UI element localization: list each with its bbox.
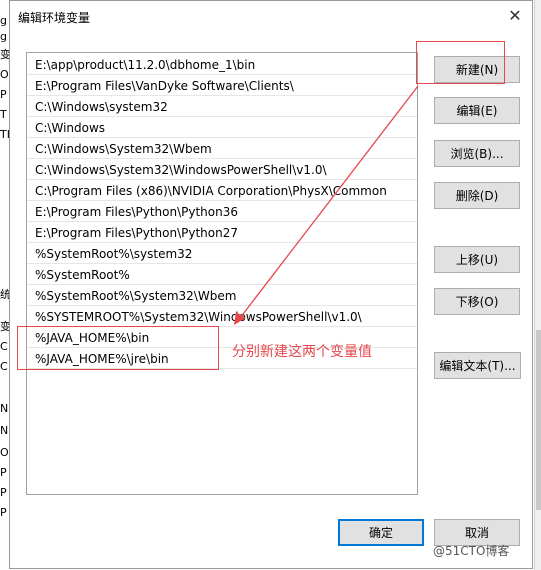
- list-item[interactable]: E:\Program Files\VanDyke Software\Client…: [27, 76, 417, 96]
- bg-fragment: O: [0, 446, 9, 459]
- new-button[interactable]: 新建(N): [434, 56, 520, 83]
- title-bar: 编辑环境变量 ✕: [10, 1, 532, 32]
- bg-fragment: C: [0, 360, 8, 373]
- bg-fragment: TI: [0, 128, 9, 141]
- background-window-left: g g 变 O P T TI 统 变 C C N N O P P P: [0, 0, 9, 570]
- list-item[interactable]: %SYSTEMROOT%\System32\WindowsPowerShell\…: [27, 307, 417, 327]
- move-up-button[interactable]: 上移(U): [434, 246, 520, 273]
- list-item[interactable]: E:\app\product\11.2.0\dbhome_1\bin: [27, 55, 417, 75]
- bg-fragment: 变: [0, 48, 9, 61]
- list-item[interactable]: E:\Program Files\Python\Python27: [27, 223, 417, 243]
- list-item[interactable]: %SystemRoot%\System32\Wbem: [27, 286, 417, 306]
- move-down-button[interactable]: 下移(O): [434, 288, 520, 315]
- ok-button[interactable]: 确定: [338, 519, 424, 546]
- watermark: @51CTO博客: [433, 544, 510, 558]
- edit-text-button[interactable]: 编辑文本(T)...: [434, 352, 521, 379]
- list-item[interactable]: %SystemRoot%\system32: [27, 244, 417, 264]
- browse-button[interactable]: 浏览(B)...: [434, 140, 520, 167]
- background-scrollbar[interactable]: [534, 0, 541, 570]
- list-item[interactable]: E:\Program Files\Python\Python36: [27, 202, 417, 222]
- close-icon[interactable]: ✕: [502, 3, 528, 29]
- edit-button[interactable]: 编辑(E): [434, 97, 520, 124]
- bg-fragment: O: [0, 68, 9, 81]
- bg-fragment: N: [0, 424, 9, 437]
- dialog-title: 编辑环境变量: [18, 11, 91, 25]
- bg-fragment: 统: [0, 288, 9, 301]
- list-item[interactable]: C:\Windows\System32\Wbem: [27, 139, 417, 159]
- bg-fragment: P: [0, 466, 7, 479]
- bg-fragment: g: [0, 30, 7, 43]
- list-item[interactable]: %SystemRoot%: [27, 265, 417, 285]
- bg-fragment: P: [0, 506, 7, 519]
- bg-fragment: T: [0, 108, 7, 121]
- list-item[interactable]: C:\Windows: [27, 118, 417, 138]
- annotation-note: 分别新建这两个变量值: [232, 344, 372, 360]
- path-entry-list[interactable]: E:\app\product\11.2.0\dbhome_1\bin E:\Pr…: [26, 52, 418, 495]
- scrollbar-thumb[interactable]: [536, 330, 541, 510]
- bg-fragment: 变: [0, 320, 9, 333]
- bg-fragment: g: [0, 14, 7, 27]
- bg-fragment: P: [0, 88, 7, 101]
- list-item[interactable]: C:\Windows\System32\WindowsPowerShell\v1…: [27, 160, 417, 180]
- edit-environment-variable-dialog: 编辑环境变量 ✕ E:\app\product\11.2.0\dbhome_1\…: [9, 0, 533, 569]
- list-item[interactable]: C:\Windows\system32: [27, 97, 417, 117]
- bg-fragment: C: [0, 340, 8, 353]
- bg-fragment: N: [0, 402, 9, 415]
- list-item[interactable]: C:\Program Files (x86)\NVIDIA Corporatio…: [27, 181, 417, 201]
- bg-fragment: P: [0, 486, 7, 499]
- delete-button[interactable]: 删除(D): [434, 182, 520, 209]
